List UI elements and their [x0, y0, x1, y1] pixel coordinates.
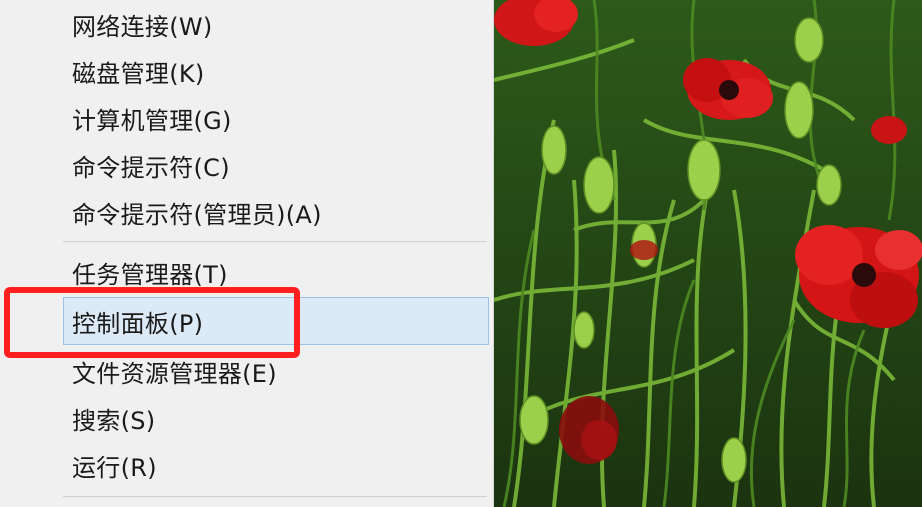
- menu-separator: [63, 496, 487, 497]
- menu-item-control-panel[interactable]: 控制面板(P): [63, 297, 489, 345]
- menu-item-disk-management[interactable]: 磁盘管理(K): [63, 47, 489, 95]
- menu-item-run[interactable]: 运行(R): [63, 441, 489, 489]
- menu-item-computer-management[interactable]: 计算机管理(G): [63, 94, 489, 142]
- menu-item-command-prompt-admin[interactable]: 命令提示符(管理员)(A): [63, 188, 489, 236]
- menu-item-command-prompt[interactable]: 命令提示符(C): [63, 141, 489, 189]
- desktop-wallpaper: [494, 0, 922, 507]
- poppy-flowers-image: [494, 0, 922, 507]
- menu-item-task-manager[interactable]: 任务管理器(T): [63, 248, 489, 296]
- menu-item-network-connections[interactable]: 网络连接(W): [63, 0, 489, 48]
- winx-context-menu: 网络连接(W) 磁盘管理(K) 计算机管理(G) 命令提示符(C) 命令提示符(…: [0, 0, 494, 507]
- menu-item-file-explorer[interactable]: 文件资源管理器(E): [63, 347, 489, 395]
- menu-item-search[interactable]: 搜索(S): [63, 394, 489, 442]
- menu-separator: [63, 241, 487, 242]
